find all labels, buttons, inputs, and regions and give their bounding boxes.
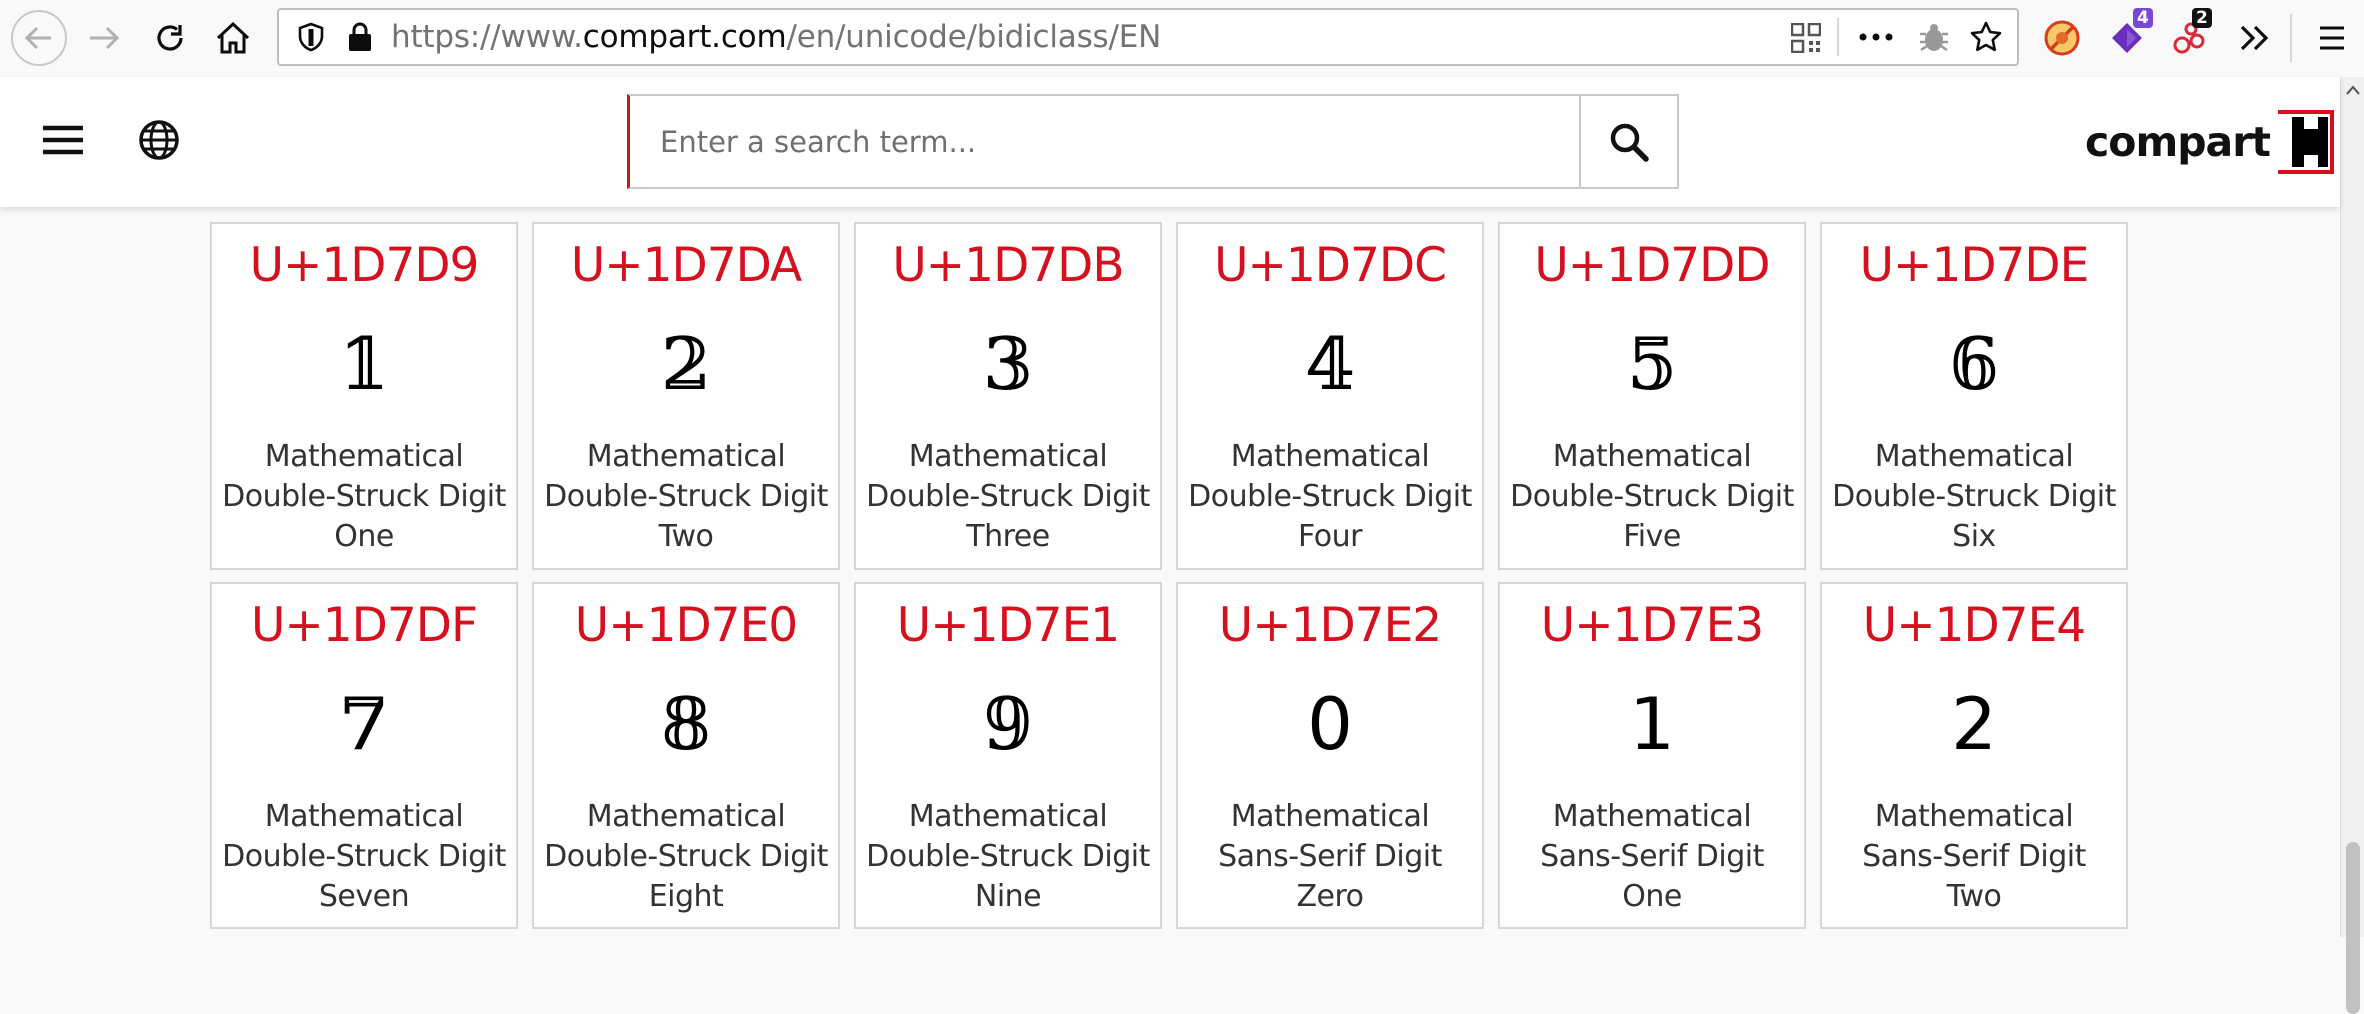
logo-text: compart [2085, 118, 2271, 166]
character-glyph: 𝟠 [660, 682, 712, 766]
extension-badge-count: 2 [2192, 8, 2212, 28]
bookmark-star-icon[interactable] [1969, 20, 2003, 54]
back-arrow-icon [11, 10, 67, 66]
code-point: U+1D7E2 [1218, 598, 1442, 653]
character-card[interactable]: U+1D7DC 𝟜 Mathematical Double-Struck Dig… [1176, 222, 1484, 570]
code-point: U+1D7DC [1214, 238, 1447, 293]
blocked-extension-icon [2044, 20, 2080, 56]
url-text: https://www.compart.com/en/unicode/bidic… [391, 19, 1162, 55]
character-glyph: 𝟤 [1951, 682, 1997, 766]
character-glyph: 𝟢 [1307, 682, 1353, 766]
character-name: Mathematical Sans-Serif Digit One [1540, 799, 1764, 914]
search-button[interactable] [1579, 96, 1677, 187]
extension-badge-count: 4 [2133, 8, 2153, 28]
extension-button-1[interactable] [2032, 8, 2092, 68]
chevron-double-right-icon [2240, 25, 2269, 51]
forward-arrow-icon [90, 26, 120, 50]
character-name: Mathematical Double-Struck Digit One [222, 439, 506, 554]
character-name: Mathematical Sans-Serif Digit Two [1862, 799, 2086, 914]
forward-button[interactable] [75, 8, 135, 68]
character-card[interactable]: U+1D7DB 𝟛 Mathematical Double-Struck Dig… [854, 222, 1162, 570]
logo-mark-icon [2278, 110, 2335, 174]
site-header: compart [0, 77, 2340, 207]
code-point: U+1D7E3 [1540, 598, 1764, 653]
character-card[interactable]: U+1D7E2 𝟢 Mathematical Sans-Serif Digit … [1176, 582, 1484, 929]
code-point: U+1D7DA [570, 238, 802, 293]
code-point: U+1D7E1 [896, 598, 1120, 653]
overflow-menu-button[interactable] [2225, 8, 2285, 68]
character-card[interactable]: U+1D7DA 𝟚 Mathematical Double-Struck Dig… [532, 222, 840, 570]
reload-icon [157, 25, 183, 51]
character-card[interactable]: U+1D7DE 𝟞 Mathematical Double-Struck Dig… [1820, 222, 2128, 570]
extension-button-2[interactable]: 4 [2097, 8, 2157, 68]
search-input[interactable] [630, 96, 1586, 187]
character-glyph: 𝟙 [338, 322, 390, 406]
character-name: Mathematical Double-Struck Digit Two [544, 439, 828, 554]
code-point: U+1D7DE [1859, 238, 2090, 293]
url-bar-divider [1837, 18, 1839, 56]
app-menu-button[interactable] [2307, 8, 2357, 68]
character-name: Mathematical Double-Struck Digit Four [1188, 439, 1472, 554]
character-card[interactable]: U+1D7DD 𝟝 Mathematical Double-Struck Dig… [1498, 222, 1806, 570]
character-card[interactable]: U+1D7D9 𝟙 Mathematical Double-Struck Dig… [210, 222, 518, 570]
search-form [627, 94, 1679, 189]
code-point: U+1D7E0 [574, 598, 798, 653]
character-glyph: 𝟛 [982, 322, 1034, 406]
character-glyph: 𝟟 [338, 682, 390, 766]
character-card[interactable]: U+1D7E3 𝟣 Mathematical Sans-Serif Digit … [1498, 582, 1806, 929]
character-card[interactable]: U+1D7E0 𝟠 Mathematical Double-Struck Dig… [532, 582, 840, 929]
character-name: Mathematical Double-Struck Digit Eight [544, 799, 828, 914]
scroll-up-arrow-icon[interactable] [2346, 85, 2360, 95]
code-point: U+1D7E4 [1862, 598, 2086, 653]
globe-icon [139, 120, 179, 160]
qr-code-icon[interactable] [1791, 23, 1821, 53]
compart-logo[interactable]: compart [2085, 107, 2335, 177]
character-name: Mathematical Double-Struck Digit Five [1510, 439, 1794, 554]
character-glyph: 𝟜 [1304, 322, 1356, 406]
page-actions-icon[interactable] [1859, 32, 1893, 42]
character-glyph: 𝟡 [982, 682, 1034, 766]
extension-button-3[interactable]: 2 [2160, 8, 2220, 68]
home-icon [216, 21, 250, 54]
code-point: U+1D7DD [1534, 238, 1770, 293]
character-glyph: 𝟚 [660, 322, 712, 406]
browser-toolbar: https://www.compart.com/en/unicode/bidic… [0, 0, 2364, 78]
reload-button[interactable] [140, 8, 200, 68]
language-button[interactable] [138, 119, 180, 166]
character-glyph: 𝟞 [1948, 322, 2000, 406]
url-bar[interactable]: https://www.compart.com/en/unicode/bidic… [277, 8, 2019, 66]
lock-icon [349, 22, 371, 51]
hamburger-menu-icon [43, 125, 83, 155]
search-icon [1610, 123, 1649, 162]
character-card[interactable]: U+1D7DF 𝟟 Mathematical Double-Struck Dig… [210, 582, 518, 929]
site-menu-button[interactable] [41, 124, 85, 161]
bug-extension-icon[interactable] [1917, 21, 1951, 55]
character-card[interactable]: U+1D7E1 𝟡 Mathematical Double-Struck Dig… [854, 582, 1162, 929]
page-scrollbar[interactable] [2340, 77, 2364, 1014]
character-name: Mathematical Double-Struck Digit Seven [222, 799, 506, 914]
scrollbar-thumb[interactable] [2346, 842, 2360, 1014]
code-point: U+1D7D9 [249, 238, 480, 293]
character-name: Mathematical Double-Struck Digit Three [866, 439, 1150, 554]
character-name: Mathematical Double-Struck Digit Nine [866, 799, 1150, 914]
back-button[interactable] [9, 8, 69, 68]
home-button[interactable] [203, 8, 263, 68]
toolbar-divider [2290, 14, 2292, 62]
character-glyph: 𝟣 [1629, 682, 1675, 766]
character-name: Mathematical Sans-Serif Digit Zero [1218, 799, 1442, 914]
character-glyph: 𝟝 [1626, 322, 1678, 406]
tracking-shield-icon [298, 22, 324, 52]
code-point: U+1D7DF [250, 598, 478, 653]
character-name: Mathematical Double-Struck Digit Six [1832, 439, 2116, 554]
character-card[interactable]: U+1D7E4 𝟤 Mathematical Sans-Serif Digit … [1820, 582, 2128, 929]
code-point: U+1D7DB [892, 238, 1124, 293]
hamburger-menu-icon [2320, 26, 2344, 50]
